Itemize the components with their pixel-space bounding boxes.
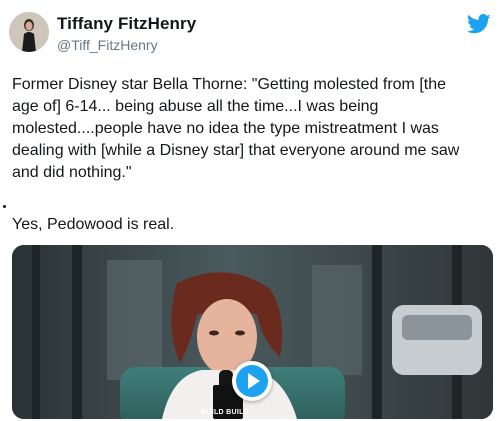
author-handle[interactable]: @Tiff_FitzHenry — [57, 37, 158, 53]
play-icon — [236, 365, 268, 397]
tweet-text-line: molested....people have no idea the type… — [12, 120, 439, 137]
play-button[interactable] — [232, 361, 272, 401]
avatar-image — [9, 12, 49, 52]
tweet-text-line: Former Disney star Bella Thorne: "Gettin… — [12, 76, 446, 93]
author-name[interactable]: Tiffany FitzHenry — [57, 14, 196, 34]
tweet-text-line: age of] 6-14... being abuse all the time… — [12, 98, 379, 115]
twitter-bird-icon — [466, 14, 491, 34]
tweet-followup-text: Yes, Pedowood is real. — [12, 216, 175, 233]
bullet-dot — [3, 205, 6, 208]
tweet-text-line: and did nothing." — [12, 164, 132, 181]
author-avatar[interactable] — [9, 12, 49, 52]
tweet-text: Former Disney star Bella Thorne: "Gettin… — [12, 74, 492, 184]
tweet-card: Tiffany FitzHenry @Tiff_FitzHenry Former… — [0, 0, 499, 421]
mic-flag-label: BUILD BUILD — [201, 409, 250, 416]
tweet-text-line: dealing with [while a Disney star] that … — [12, 142, 460, 159]
